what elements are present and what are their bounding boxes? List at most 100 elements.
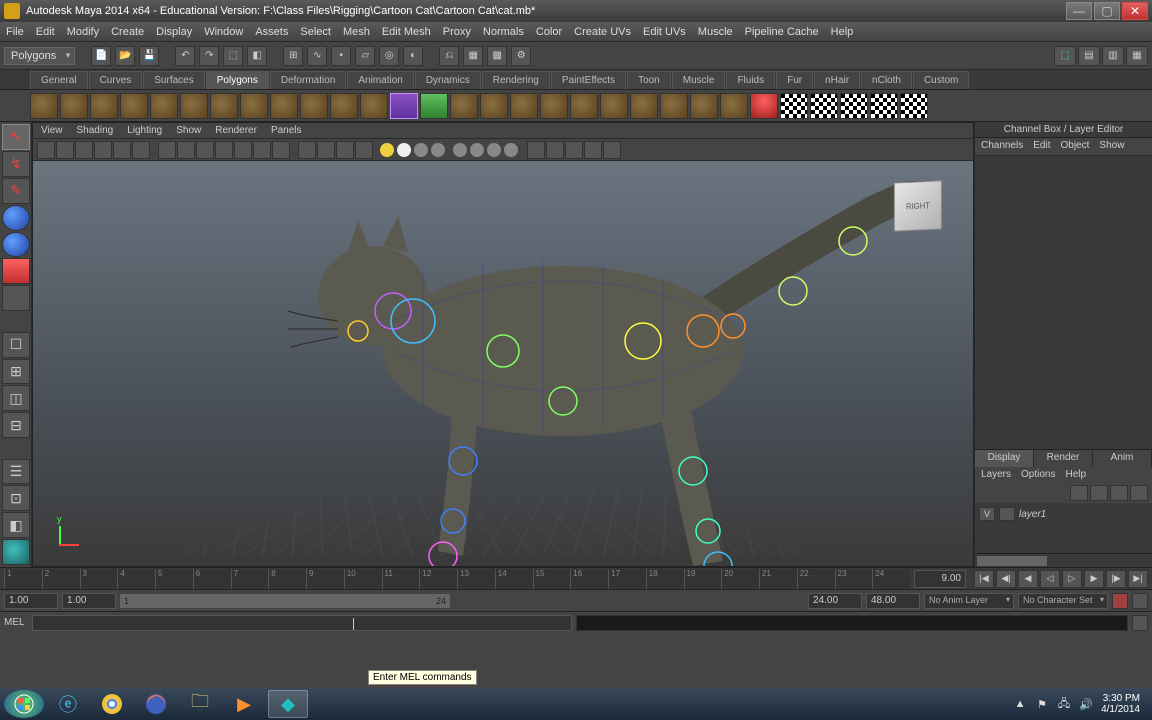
script-editor-button[interactable] bbox=[1132, 615, 1148, 631]
vp-menu-panels[interactable]: Panels bbox=[271, 125, 302, 136]
cb-menu-channels[interactable]: Channels bbox=[981, 140, 1023, 153]
vp-menu-lighting[interactable]: Lighting bbox=[127, 125, 162, 136]
four-pane-icon[interactable]: ⊞ bbox=[2, 359, 30, 385]
snap-live-icon[interactable]: ◎ bbox=[379, 46, 399, 66]
poly-pipe-icon[interactable] bbox=[240, 93, 268, 119]
poly-helix-icon[interactable] bbox=[270, 93, 298, 119]
menu-normals[interactable]: Normals bbox=[483, 26, 524, 38]
layer-tab-anim[interactable]: Anim bbox=[1093, 450, 1152, 467]
menu-display[interactable]: Display bbox=[156, 26, 192, 38]
vp-xray-icon[interactable] bbox=[546, 141, 564, 159]
vp-light-flat-icon[interactable] bbox=[431, 143, 445, 157]
play-back-button[interactable]: ◁ bbox=[1040, 570, 1060, 588]
move-tool[interactable] bbox=[2, 205, 30, 231]
attribute-editor-icon[interactable]: ▤ bbox=[1078, 46, 1100, 66]
shelf-tab-custom[interactable]: Custom bbox=[913, 71, 969, 89]
vp-light-all-icon[interactable] bbox=[397, 143, 411, 157]
vp-image-plane-icon[interactable] bbox=[94, 141, 112, 159]
step-back-button[interactable]: ◀ bbox=[1018, 570, 1038, 588]
vp-select-camera-icon[interactable] bbox=[37, 141, 55, 159]
shelf-tab-animation[interactable]: Animation bbox=[347, 71, 413, 89]
vp-menu-renderer[interactable]: Renderer bbox=[215, 125, 257, 136]
booleans-icon[interactable] bbox=[480, 93, 508, 119]
step-forward-button[interactable]: ▶ bbox=[1084, 570, 1104, 588]
menu-window[interactable]: Window bbox=[204, 26, 243, 38]
select-tool[interactable]: ↖ bbox=[2, 124, 30, 150]
shelf-tab-polygons[interactable]: Polygons bbox=[206, 71, 269, 89]
vp-isolate-icon[interactable] bbox=[527, 141, 545, 159]
bevel-icon[interactable] bbox=[600, 93, 628, 119]
poly-torus-icon[interactable] bbox=[180, 93, 208, 119]
vp-bookmark-icon[interactable] bbox=[75, 141, 93, 159]
taskbar-maya-icon[interactable]: ◆ bbox=[268, 690, 308, 718]
tray-clock[interactable]: 3:30 PM 4/1/2014 bbox=[1101, 693, 1140, 715]
cb-menu-edit[interactable]: Edit bbox=[1033, 140, 1050, 153]
vp-exposure-icon[interactable] bbox=[584, 141, 602, 159]
paint-select-tool[interactable]: ✎ bbox=[2, 178, 30, 204]
shelf-tab-rendering[interactable]: Rendering bbox=[482, 71, 550, 89]
vp-gate-mask-icon[interactable] bbox=[215, 141, 233, 159]
save-scene-icon[interactable]: 💾 bbox=[139, 46, 159, 66]
rotate-tool[interactable] bbox=[2, 232, 30, 258]
auto-key-button[interactable] bbox=[1112, 593, 1128, 609]
layer-scroll[interactable] bbox=[975, 553, 1152, 567]
vp-wireframe-icon[interactable] bbox=[298, 141, 316, 159]
menu-help[interactable]: Help bbox=[831, 26, 854, 38]
command-input[interactable] bbox=[32, 615, 572, 631]
redo-icon[interactable]: ↷ bbox=[199, 46, 219, 66]
window-maximize-button[interactable]: ▢ bbox=[1094, 2, 1120, 20]
vp-motion-blur-icon[interactable] bbox=[487, 143, 501, 157]
workspace-mode-dropdown[interactable]: Polygons bbox=[4, 47, 75, 65]
layer-move-up-icon[interactable] bbox=[1070, 485, 1088, 501]
vp-textured-icon[interactable] bbox=[336, 141, 354, 159]
window-minimize-button[interactable]: — bbox=[1066, 2, 1092, 20]
combine-icon[interactable] bbox=[420, 93, 448, 119]
layer-new-selected-icon[interactable] bbox=[1130, 485, 1148, 501]
layer-new-empty-icon[interactable] bbox=[1110, 485, 1128, 501]
last-layout-icon[interactable] bbox=[2, 539, 30, 565]
cb-menu-object[interactable]: Object bbox=[1061, 140, 1090, 153]
menu-editmesh[interactable]: Edit Mesh bbox=[382, 26, 431, 38]
poly-cube-icon[interactable] bbox=[60, 93, 88, 119]
vp-grease-icon[interactable] bbox=[132, 141, 150, 159]
menu-modify[interactable]: Modify bbox=[67, 26, 99, 38]
offset-edge-icon[interactable] bbox=[660, 93, 688, 119]
extrude-icon[interactable] bbox=[510, 93, 538, 119]
uv-automatic-icon[interactable] bbox=[870, 93, 898, 119]
poly-soccer-icon[interactable] bbox=[300, 93, 328, 119]
step-back-key-button[interactable]: ◀| bbox=[996, 570, 1016, 588]
vp-safe-title-icon[interactable] bbox=[272, 141, 290, 159]
play-forward-button[interactable]: ▷ bbox=[1062, 570, 1082, 588]
vp-aa-icon[interactable] bbox=[504, 143, 518, 157]
append-icon[interactable] bbox=[570, 93, 598, 119]
vp-menu-view[interactable]: View bbox=[41, 125, 63, 136]
vp-ao-icon[interactable] bbox=[470, 143, 484, 157]
layer-visibility-toggle[interactable]: V bbox=[979, 507, 995, 521]
vp-xray-joints-icon[interactable] bbox=[565, 141, 583, 159]
menu-edituvs[interactable]: Edit UVs bbox=[643, 26, 686, 38]
layer-row[interactable]: V layer1 bbox=[977, 505, 1150, 523]
poly-type-icon[interactable] bbox=[390, 93, 418, 119]
vp-grid-icon[interactable] bbox=[158, 141, 176, 159]
tray-network-icon[interactable]: 🖧 bbox=[1057, 697, 1071, 711]
taskbar-media-player-icon[interactable]: ▶ bbox=[224, 690, 264, 718]
vp-gamma-icon[interactable] bbox=[603, 141, 621, 159]
menu-select[interactable]: Select bbox=[300, 26, 331, 38]
vp-resolution-gate-icon[interactable] bbox=[196, 141, 214, 159]
vp-film-gate-icon[interactable] bbox=[177, 141, 195, 159]
modeling-toolkit-icon[interactable]: ⬚ bbox=[1054, 46, 1076, 66]
step-forward-key-button[interactable]: |▶ bbox=[1106, 570, 1126, 588]
time-slider[interactable]: 123456789101112131415161718192021222324 bbox=[4, 569, 910, 589]
vp-use-lights-icon[interactable] bbox=[355, 141, 373, 159]
vp-menu-show[interactable]: Show bbox=[176, 125, 201, 136]
render-settings-icon[interactable]: ⚙ bbox=[511, 46, 531, 66]
poly-sphere-icon[interactable] bbox=[30, 93, 58, 119]
shelf-tab-ncloth[interactable]: nCloth bbox=[861, 71, 912, 89]
vp-field-chart-icon[interactable] bbox=[234, 141, 252, 159]
shelf-tab-fur[interactable]: Fur bbox=[776, 71, 813, 89]
viewport-3d[interactable]: RIGHT bbox=[33, 161, 973, 566]
vp-light-selected-icon[interactable] bbox=[414, 143, 428, 157]
snap-view-icon[interactable]: ◐ bbox=[403, 46, 423, 66]
tray-show-hidden-icon[interactable]: ▲ bbox=[1013, 697, 1027, 711]
layer-move-down-icon[interactable] bbox=[1090, 485, 1108, 501]
